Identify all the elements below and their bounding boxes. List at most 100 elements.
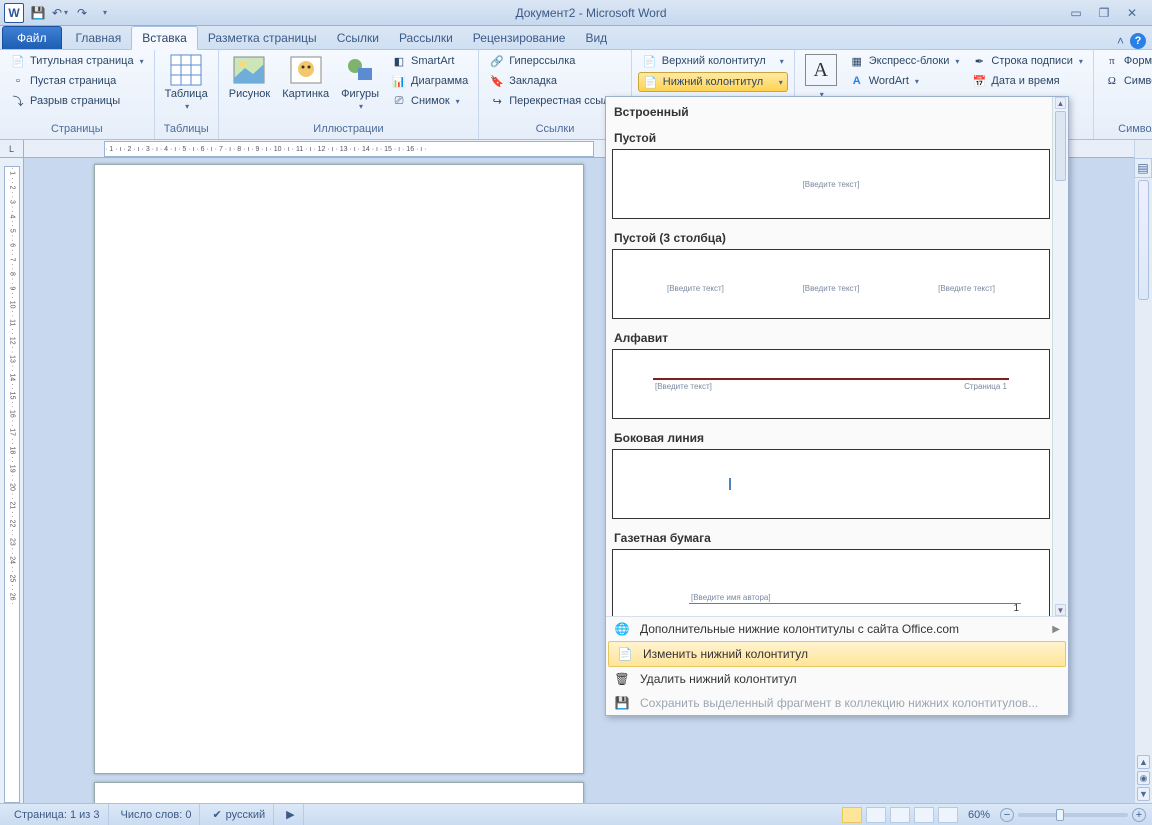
smartart-button[interactable]: ◧SmartArt: [387, 52, 472, 70]
group-label-links: Ссылки: [485, 123, 625, 139]
text-box-button[interactable]: A▾: [801, 52, 841, 102]
restore-button[interactable]: ❐: [1094, 5, 1114, 21]
vertical-scrollbar[interactable]: ▲ ◉ ▼: [1134, 140, 1152, 803]
browse-object-nav[interactable]: ◉: [1137, 771, 1150, 785]
zoom-slider-thumb[interactable]: [1056, 809, 1064, 821]
clipart-button[interactable]: Картинка: [278, 52, 333, 102]
signature-label: Строка подписи: [991, 55, 1072, 67]
wordart-button[interactable]: AWordArt▾: [845, 72, 964, 90]
gallery-item-4[interactable]: [Введите имя автора] 1: [612, 549, 1050, 616]
tab-review[interactable]: Рецензирование: [463, 27, 576, 49]
smartart-label: SmartArt: [411, 55, 454, 67]
picture-button[interactable]: Рисунок: [225, 52, 275, 102]
hyperlink-button[interactable]: 🔗Гиперссылка: [485, 52, 625, 70]
placeholder-text: [Введите текст]: [803, 284, 860, 293]
symbol-button[interactable]: ΩСимвол▾: [1100, 72, 1152, 90]
redo-icon[interactable]: ↷: [72, 3, 92, 23]
help-button[interactable]: ?: [1130, 33, 1146, 49]
table-button[interactable]: Таблица▾: [161, 52, 212, 114]
clipart-label: Картинка: [282, 88, 329, 100]
status-page[interactable]: Страница: 1 из 3: [6, 804, 109, 825]
ruler-corner[interactable]: L: [0, 140, 24, 158]
signature-line-button[interactable]: ✒Строка подписи▾: [967, 52, 1086, 70]
ruler-toggle-button[interactable]: ▤: [1134, 158, 1152, 178]
tab-insert[interactable]: Вставка: [131, 26, 198, 50]
minimize-button[interactable]: ▭: [1066, 5, 1086, 21]
tab-file[interactable]: Файл: [2, 26, 62, 49]
footer-button[interactable]: 📄Нижний колонтитул▾: [638, 72, 788, 92]
status-words[interactable]: Число слов: 0: [113, 804, 201, 825]
table-label: Таблица: [165, 88, 208, 100]
view-draft[interactable]: [938, 807, 958, 823]
gallery-item-1[interactable]: [Введите текст] [Введите текст] [Введите…: [612, 249, 1050, 319]
screenshot-button[interactable]: ⎚Снимок▾: [387, 92, 472, 110]
gallery-scroll-up[interactable]: ▲: [1055, 97, 1066, 109]
gallery-item-0[interactable]: [Введите текст]: [612, 149, 1050, 219]
next-page-nav[interactable]: ▼: [1137, 787, 1150, 801]
header-button[interactable]: 📄Верхний колонтитул▾: [638, 52, 788, 70]
group-label-tables: Таблицы: [161, 123, 212, 139]
more-footers-office-com[interactable]: 🌐 Дополнительные нижние колонтитулы с са…: [606, 617, 1068, 641]
equation-button[interactable]: πФормула▾: [1100, 52, 1152, 70]
undo-icon[interactable]: ↶▾: [50, 3, 70, 23]
view-print-layout[interactable]: [842, 807, 862, 823]
tab-page-layout[interactable]: Разметка страницы: [198, 27, 327, 49]
page-break-button[interactable]: ⤵Разрыв страницы: [6, 92, 148, 110]
view-web-layout[interactable]: [890, 807, 910, 823]
tab-home[interactable]: Главная: [66, 27, 132, 49]
date-time-button[interactable]: 📅Дата и время: [967, 72, 1086, 90]
status-macro[interactable]: ▶: [278, 804, 303, 825]
zoom-in-button[interactable]: +: [1132, 808, 1146, 822]
hyperlink-label: Гиперссылка: [509, 55, 575, 67]
blank-page-label: Пустая страница: [30, 75, 116, 87]
gallery-scrollbar[interactable]: ▲ ▼: [1052, 97, 1068, 616]
shapes-button[interactable]: Фигуры▾: [337, 52, 383, 114]
picture-icon: [233, 54, 265, 86]
scrollbar-thumb[interactable]: [1138, 180, 1149, 300]
text-box-icon: A: [805, 54, 837, 86]
view-outline[interactable]: [914, 807, 934, 823]
cross-reference-button[interactable]: ↪Перекрестная ссылка: [485, 92, 625, 110]
zoom-percent[interactable]: 60%: [968, 809, 990, 821]
placeholder-text: [Введите текст]: [938, 284, 995, 293]
group-symbols: πФормула▾ ΩСимвол▾ Символы: [1094, 50, 1152, 139]
tab-mailings[interactable]: Рассылки: [389, 27, 463, 49]
close-button[interactable]: ✕: [1122, 5, 1142, 21]
cover-page-button[interactable]: 📄Титульная страница▾: [6, 52, 148, 70]
title-bar: W 💾 ↶▾ ↷ ▾ Документ2 - Microsoft Word ▭ …: [0, 0, 1152, 26]
zoom-slider[interactable]: [1018, 813, 1128, 817]
page-1[interactable]: [94, 164, 584, 774]
page-number: 1: [1013, 603, 1019, 614]
language-label: русский: [226, 809, 265, 821]
ruler-vertical[interactable]: · 1 · · 2 · · 3 · · 4 · · 5 · · 6 · · 7 …: [0, 158, 24, 803]
blank-page-button[interactable]: ▫Пустая страница: [6, 72, 148, 90]
app-logo[interactable]: W: [4, 3, 24, 23]
collapse-ribbon-icon[interactable]: ˄: [1117, 34, 1124, 48]
quick-parts-button[interactable]: ▦Экспресс-блоки▾: [845, 52, 964, 70]
cmd-label: Дополнительные нижние колонтитулы с сайт…: [640, 622, 959, 636]
remove-footer[interactable]: 🗑 Удалить нижний колонтитул: [606, 667, 1068, 691]
gallery-item-3[interactable]: [612, 449, 1050, 519]
page-2[interactable]: [94, 782, 584, 803]
tab-references[interactable]: Ссылки: [327, 27, 389, 49]
view-full-reading[interactable]: [866, 807, 886, 823]
gallery-scroll-thumb[interactable]: [1055, 111, 1066, 181]
cmd-label: Сохранить выделенный фрагмент в коллекци…: [640, 696, 1038, 710]
vertical-bar: [729, 478, 731, 490]
status-language[interactable]: ✔русский: [204, 804, 274, 825]
edit-footer[interactable]: 📄 Изменить нижний колонтитул: [608, 641, 1066, 667]
zoom-out-button[interactable]: −: [1000, 808, 1014, 822]
save-icon[interactable]: 💾: [28, 3, 48, 23]
qat-customize-icon[interactable]: ▾: [94, 3, 114, 23]
equation-label: Формула: [1124, 55, 1152, 67]
chart-button[interactable]: 📊Диаграмма: [387, 72, 472, 90]
bookmark-button[interactable]: 🔖Закладка: [485, 72, 625, 90]
gallery-item-2[interactable]: [Введите текст] Страница 1: [612, 349, 1050, 419]
prev-page-nav[interactable]: ▲: [1137, 755, 1150, 769]
shapes-icon: [344, 54, 376, 86]
tab-view[interactable]: Вид: [575, 27, 617, 49]
gallery-scroll-down[interactable]: ▼: [1055, 604, 1066, 616]
window-title: Документ2 - Microsoft Word: [116, 6, 1066, 20]
placeholder-text: [Введите текст]: [655, 382, 712, 391]
ruler-h-scale: · 1 · ı · 2 · ı · 3 · ı · 4 · ı · 5 · ı …: [104, 141, 594, 157]
